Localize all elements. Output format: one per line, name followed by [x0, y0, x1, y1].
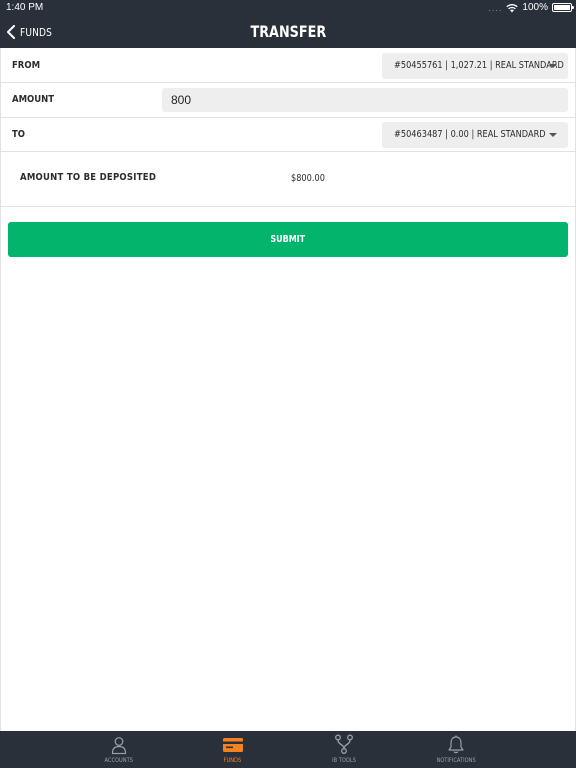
battery-fill [554, 5, 570, 10]
tab-label: NOTIFICATIONS [421, 757, 491, 764]
to-row: TO #50463487 | 0.00 | REAL STANDARD [0, 118, 576, 152]
tab-bar: ACCOUNTS FUNDS IB TOOLS NOTIFICATIONS [0, 731, 576, 768]
tab-ib-tools[interactable]: IB TOOLS [309, 731, 379, 768]
amount-input[interactable] [162, 88, 568, 112]
page-title-text: TRANSFER [250, 22, 326, 41]
status-indicators: .... 100% [488, 2, 574, 13]
from-label: FROM [12, 60, 41, 71]
tab-funds[interactable]: FUNDS [197, 731, 267, 768]
credit-card-icon [223, 738, 243, 752]
battery-icon [552, 3, 574, 12]
to-label: TO [12, 129, 26, 140]
tab-label-text: IB TOOLS [332, 757, 356, 764]
signal-indicator: .... [488, 2, 503, 13]
tab-label-text: ACCOUNTS [104, 757, 134, 764]
to-account-value: #50463487 | 0.00 | REAL STANDARD [394, 129, 546, 140]
amount-row: AMOUNT [0, 83, 576, 118]
deposit-summary-row: AMOUNT TO BE DEPOSITED $800.00 [0, 152, 576, 207]
from-account-select[interactable]: #50455761 | 1,027.21 | REAL STANDARD [382, 53, 568, 79]
deposit-value: $800.00 [291, 173, 325, 184]
amount-label: AMOUNT [12, 94, 55, 105]
tab-label: IB TOOLS [309, 757, 379, 764]
chevron-down-icon [549, 64, 557, 68]
user-icon [111, 737, 127, 755]
nav-bar: FUNDS TRANSFER [0, 16, 576, 48]
submit-button[interactable]: SUBMIT [8, 222, 568, 257]
bell-icon [448, 735, 464, 754]
from-row: FROM #50455761 | 1,027.21 | REAL STANDAR… [0, 48, 576, 83]
chevron-down-icon [549, 133, 557, 137]
submit-label: SUBMIT [270, 234, 306, 245]
tab-label-text: FUNDS [223, 757, 241, 764]
wifi-icon [506, 3, 519, 12]
from-account-value: #50455761 | 1,027.21 | REAL STANDARD [394, 60, 564, 71]
tab-label-text: NOTIFICATIONS [436, 757, 476, 764]
tab-label: ACCOUNTS [84, 757, 154, 764]
deposit-label: AMOUNT TO BE DEPOSITED [20, 172, 157, 183]
tab-accounts[interactable]: ACCOUNTS [84, 731, 154, 768]
battery-percent: 100% [522, 2, 548, 13]
network-icon [335, 734, 353, 754]
tab-label: FUNDS [197, 757, 267, 764]
left-divider [0, 48, 1, 731]
status-time: 1:40 PM [6, 2, 44, 13]
page-title: TRANSFER [0, 16, 576, 48]
status-bar: 1:40 PM .... 100% [0, 0, 576, 16]
tab-notifications[interactable]: NOTIFICATIONS [421, 731, 491, 768]
to-account-select[interactable]: #50463487 | 0.00 | REAL STANDARD [382, 122, 568, 148]
